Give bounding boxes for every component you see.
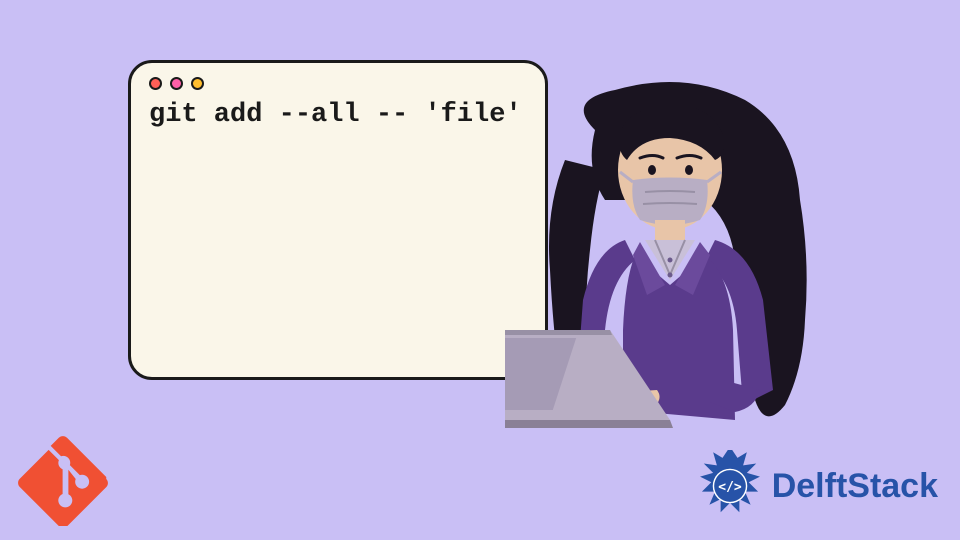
person-illustration (505, 80, 865, 460)
delftstack-logo: </> DelftStack (694, 450, 938, 522)
svg-text:</>: </> (718, 480, 742, 495)
maximize-icon (191, 77, 204, 90)
minimize-icon (170, 77, 183, 90)
terminal-window: git add --all -- 'file' (128, 60, 548, 380)
window-controls (149, 77, 527, 90)
brand-name: DelftStack (772, 467, 938, 506)
git-logo-icon (18, 436, 108, 526)
close-icon (149, 77, 162, 90)
delft-badge-icon: </> (694, 450, 766, 522)
terminal-command: git add --all -- 'file' (149, 100, 527, 130)
